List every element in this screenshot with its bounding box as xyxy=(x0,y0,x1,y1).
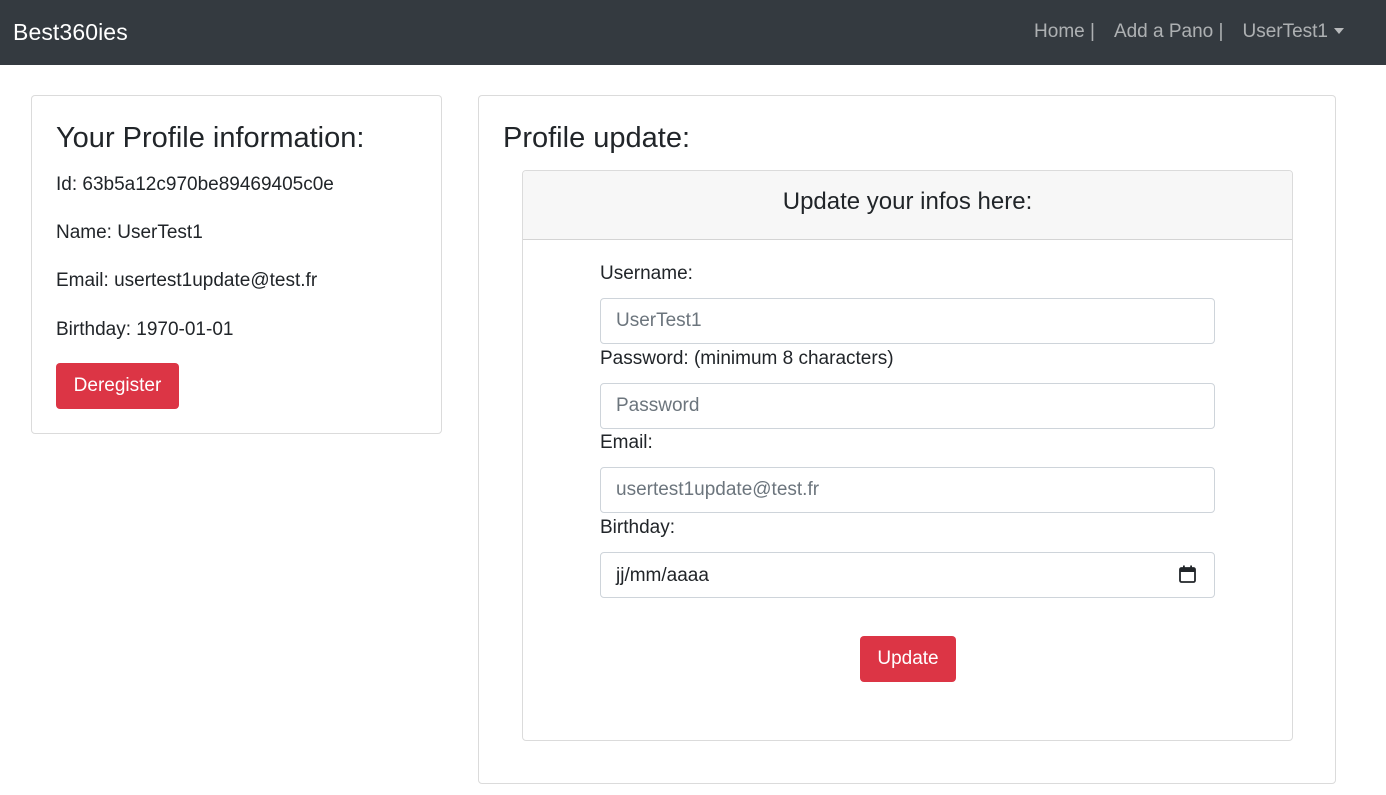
chevron-down-icon xyxy=(1334,28,1344,34)
password-input[interactable] xyxy=(600,383,1215,429)
profile-birthday-row: Birthday: 1970-01-01 xyxy=(56,318,233,342)
nav-links: Home | Add a Pano | UserTest1 xyxy=(1034,18,1344,46)
update-button[interactable]: Update xyxy=(860,636,956,682)
profile-email-value: usertest1update@test.fr xyxy=(114,270,318,291)
nav-home-link[interactable]: Home | xyxy=(1034,21,1095,43)
profile-birthday-label: Birthday: xyxy=(56,319,131,340)
profile-info-title: Your Profile information: xyxy=(56,122,365,154)
user-menu-label: UserTest1 xyxy=(1242,21,1328,42)
top-navbar: Best360ies Home | Add a Pano | UserTest1 xyxy=(0,0,1386,65)
profile-update-card: Profile update: Update your infos here: … xyxy=(478,95,1336,784)
email-label: Email: xyxy=(600,432,653,453)
calendar-icon[interactable] xyxy=(1179,565,1196,583)
profile-info-card: Your Profile information: Id: 63b5a12c97… xyxy=(31,95,442,434)
profile-birthday-value: 1970-01-01 xyxy=(136,319,234,340)
profile-id-row: Id: 63b5a12c970be89469405c0e xyxy=(56,173,334,197)
profile-update-title: Profile update: xyxy=(503,122,691,154)
brand-logo-text[interactable]: Best360ies xyxy=(13,16,128,48)
profile-id-label: Id: xyxy=(56,174,78,195)
update-form-header: Update your infos here: xyxy=(523,171,1292,240)
birthday-date-placeholder: jj/mm/aaaa xyxy=(616,565,709,586)
profile-name-label: Name: xyxy=(56,222,112,243)
deregister-button[interactable]: Deregister xyxy=(56,363,179,409)
user-menu-dropdown[interactable]: UserTest1 xyxy=(1242,21,1344,43)
username-label: Username: xyxy=(600,263,693,284)
profile-name-value: UserTest1 xyxy=(117,222,203,243)
profile-id-value: 63b5a12c970be89469405c0e xyxy=(82,174,334,195)
email-input[interactable] xyxy=(600,467,1215,513)
nav-add-pano-link[interactable]: Add a Pano | xyxy=(1114,21,1224,43)
profile-email-row: Email: usertest1update@test.fr xyxy=(56,269,317,293)
birthday-label: Birthday: xyxy=(600,517,675,538)
password-label: Password: (minimum 8 characters) xyxy=(600,348,894,369)
username-input[interactable] xyxy=(600,298,1215,344)
update-form-card: Update your infos here: Username: Passwo… xyxy=(522,170,1293,741)
profile-email-label: Email: xyxy=(56,270,109,291)
update-form-header-text: Update your infos here: xyxy=(782,188,1033,215)
birthday-date-input[interactable]: jj/mm/aaaa xyxy=(600,552,1215,598)
profile-name-row: Name: UserTest1 xyxy=(56,221,203,245)
